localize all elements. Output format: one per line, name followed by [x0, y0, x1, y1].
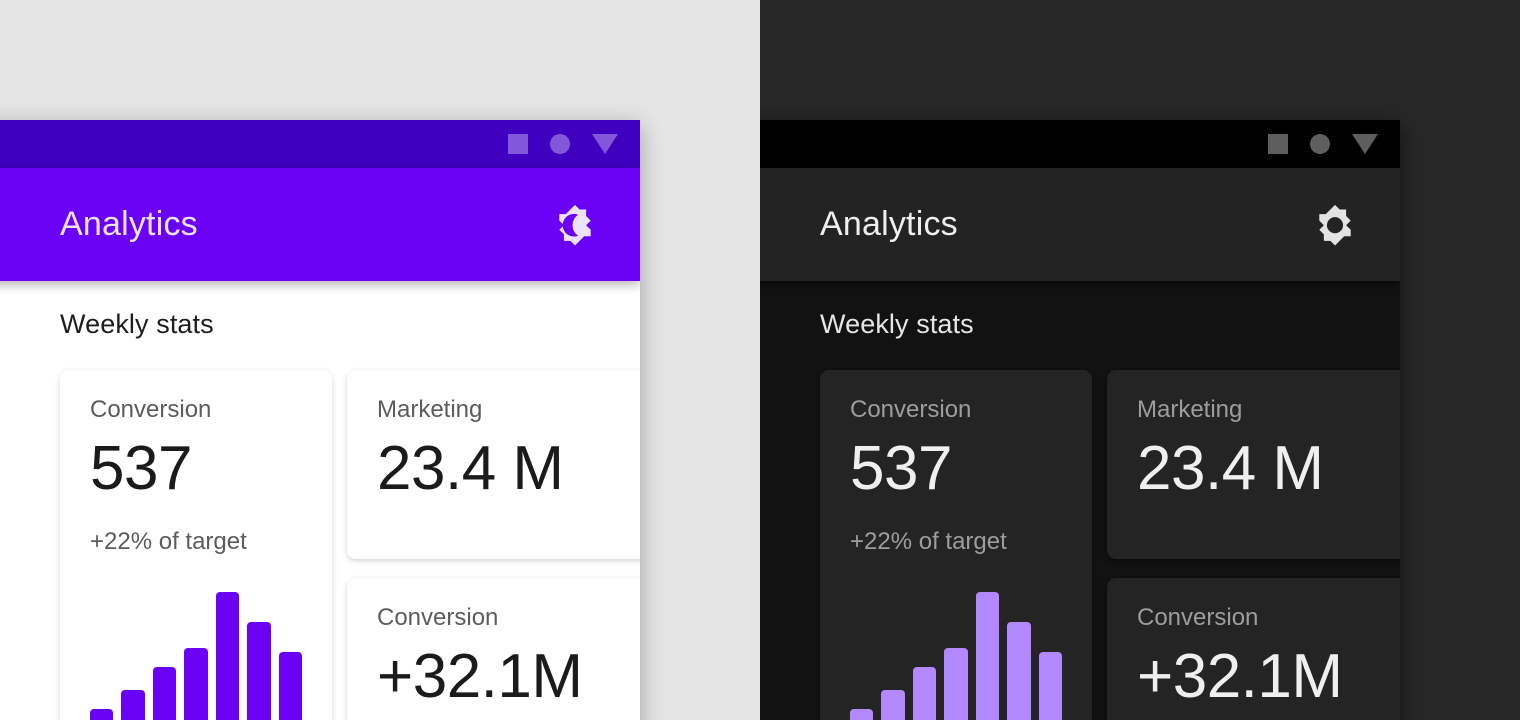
light-theme-panel: Analytics Weekly stats Marketing 23.4 M … — [0, 0, 760, 720]
stat-card-label: Conversion — [1137, 604, 1259, 631]
spark-bar — [152, 667, 177, 720]
light-app-window: Analytics Weekly stats Marketing 23.4 M … — [0, 120, 640, 720]
spark-bar — [184, 647, 208, 720]
light-mode-sun-icon[interactable] — [1308, 198, 1362, 252]
spark-bar — [121, 689, 145, 720]
stats-card-grid: Marketing 23.4 M Conversion 537 +22% of … — [60, 370, 640, 720]
stat-card-label: Marketing — [377, 396, 483, 423]
spark-bar — [278, 652, 302, 720]
window-close-triangle-down-icon[interactable] — [592, 134, 618, 154]
dark-mode-moon-icon[interactable] — [548, 198, 602, 252]
window-maximize-square-icon[interactable] — [508, 134, 528, 154]
dark-app-window: Analytics Weekly stats Marketing 23.4 M … — [760, 120, 1400, 720]
stat-card-value: 23.4 M — [1137, 434, 1324, 503]
spark-bar — [912, 667, 937, 720]
app-bar: Analytics — [760, 168, 1400, 281]
stat-card-conversion[interactable]: Conversion +32.1M — [347, 578, 640, 720]
spark-bar — [944, 647, 968, 720]
window-maximize-square-icon[interactable] — [1268, 134, 1288, 154]
app-title: Analytics — [60, 205, 198, 243]
app-title: Analytics — [820, 205, 958, 243]
stat-card-label: Conversion — [377, 604, 499, 631]
conversion-sparkline-chart — [850, 580, 1062, 720]
dark-theme-panel: Analytics Weekly stats Marketing 23.4 M … — [760, 0, 1520, 720]
stat-card-conversion-chart[interactable]: Conversion 537 +22% of target — [820, 370, 1092, 720]
spark-bar — [1038, 652, 1062, 720]
section-title: Weekly stats — [60, 309, 214, 339]
stat-card-label: Conversion — [90, 396, 212, 423]
stat-card-subtext: +22% of target — [850, 528, 1007, 556]
window-close-triangle-down-icon[interactable] — [1352, 134, 1378, 154]
stat-card-label: Conversion — [850, 396, 972, 423]
spark-bar — [215, 592, 240, 720]
spark-bar — [1007, 622, 1031, 720]
stat-card-value: 23.4 M — [377, 434, 564, 503]
window-minimize-circle-icon[interactable] — [550, 134, 570, 154]
spark-bar — [881, 689, 905, 720]
spark-bar — [247, 622, 271, 720]
conversion-sparkline-chart — [90, 580, 302, 720]
stat-card-value: 537 — [850, 434, 952, 503]
section-title: Weekly stats — [820, 309, 974, 339]
stat-card-value: 537 — [90, 434, 192, 503]
stat-card-conversion[interactable]: Conversion +32.1M — [1107, 578, 1400, 720]
spark-bar — [850, 709, 874, 720]
window-titlebar[interactable] — [0, 120, 640, 168]
stats-card-grid: Marketing 23.4 M Conversion 537 +22% of … — [820, 370, 1400, 720]
spark-bar — [975, 592, 1000, 720]
stat-card-value: +32.1M — [377, 642, 583, 711]
window-content: Weekly stats Marketing 23.4 M Conversion… — [0, 281, 640, 720]
window-content: Weekly stats Marketing 23.4 M Conversion… — [760, 281, 1400, 720]
stat-card-value: +32.1M — [1137, 642, 1343, 711]
spark-bar — [90, 709, 114, 720]
stat-card-subtext: +22% of target — [90, 528, 247, 556]
stat-card-conversion-chart[interactable]: Conversion 537 +22% of target — [60, 370, 332, 720]
stat-card-marketing[interactable]: Marketing 23.4 M — [1107, 370, 1400, 559]
window-titlebar[interactable] — [760, 120, 1400, 168]
app-bar: Analytics — [0, 168, 640, 281]
window-minimize-circle-icon[interactable] — [1310, 134, 1330, 154]
stat-card-label: Marketing — [1137, 396, 1243, 423]
stat-card-marketing[interactable]: Marketing 23.4 M — [347, 370, 640, 559]
